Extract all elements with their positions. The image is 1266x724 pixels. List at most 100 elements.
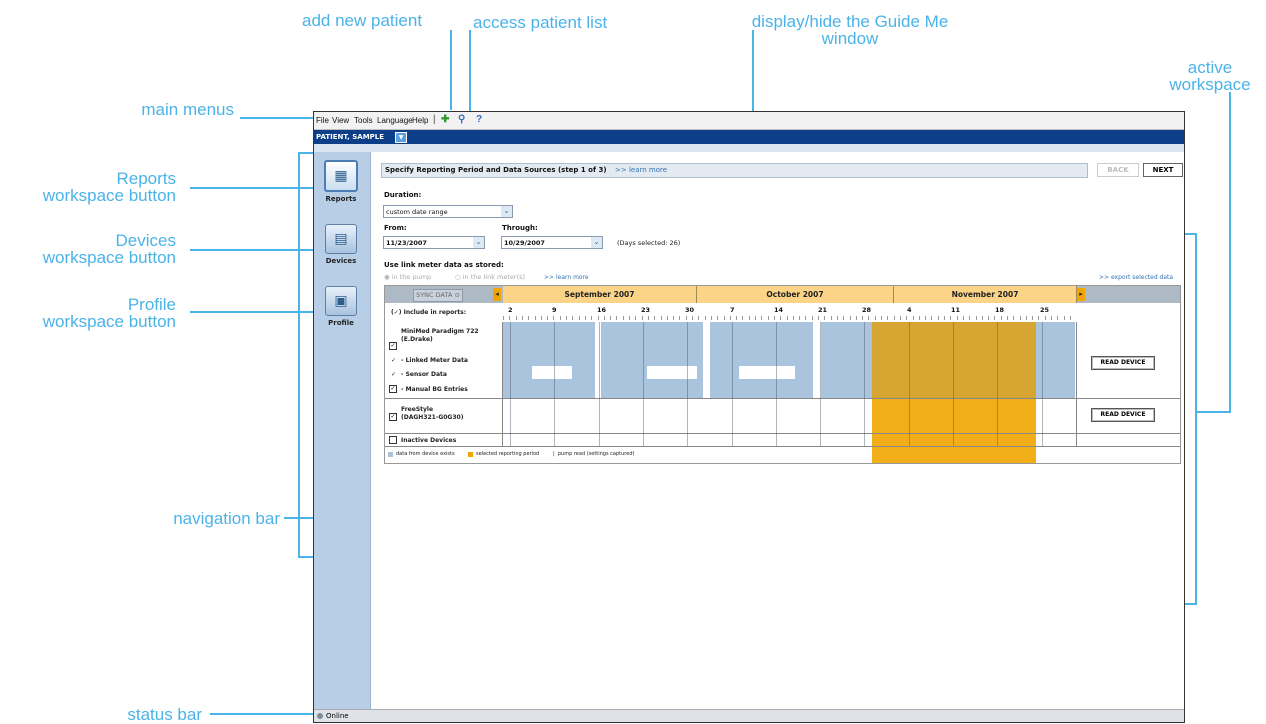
sync-data-button[interactable]: SYNC DATA ⊙ <box>413 289 463 302</box>
day-tick <box>837 316 838 320</box>
day-tick <box>944 316 945 320</box>
linked-meter-label: - Linked Meter Data <box>401 357 468 364</box>
day-tick <box>1070 316 1071 320</box>
day-tick <box>661 316 662 320</box>
read-device-button-1[interactable]: READ DEVICE <box>1091 356 1155 370</box>
add-patient-icon[interactable]: ✚ <box>441 114 449 125</box>
week-grid-line <box>643 322 644 446</box>
day-tick <box>938 316 939 320</box>
read-device-button-2[interactable]: READ DEVICE <box>1091 408 1155 422</box>
callout-active-workspace: active workspace <box>1169 58 1251 94</box>
nav-profile-button[interactable]: ▣ Profile <box>318 286 364 327</box>
day-tick <box>824 316 825 320</box>
day-tick <box>913 316 914 320</box>
day-tick <box>711 316 712 320</box>
selected-period-overlap <box>872 322 1036 398</box>
menu-file[interactable]: File <box>316 116 329 125</box>
day-tick <box>598 316 599 320</box>
day-tick <box>1013 316 1014 320</box>
day-label: 25 <box>1040 306 1050 314</box>
nav-reports-button[interactable]: ▦ Reports <box>318 160 364 203</box>
nav-devices-button[interactable]: ▤ Devices <box>318 224 364 265</box>
export-selected-data-link[interactable]: >> export selected data <box>1099 274 1173 281</box>
day-tick <box>1045 316 1046 320</box>
day-tick <box>831 316 832 320</box>
day-tick <box>793 316 794 320</box>
menu-bar: File View Tools Language Help | ✚ ⚲ ? <box>314 112 1184 130</box>
day-tick <box>1038 316 1039 320</box>
sensor-gap <box>647 366 697 379</box>
day-tick <box>812 316 813 320</box>
day-label: 14 <box>774 306 784 314</box>
patient-name: PATIENT, SAMPLE <box>316 133 385 141</box>
next-button[interactable]: NEXT <box>1143 163 1183 177</box>
legend-swatch-data <box>388 452 393 457</box>
search-icon[interactable]: ⚲ <box>458 114 465 125</box>
day-tick <box>509 316 510 320</box>
day-tick <box>1032 316 1033 320</box>
day-tick <box>667 316 668 320</box>
nav-reports-label: Reports <box>325 195 357 203</box>
calendar-next-arrow[interactable]: ▸ <box>1077 288 1085 301</box>
duration-select[interactable]: custom date range ⌄ <box>383 205 513 218</box>
device1-checkbox[interactable]: ✓ <box>389 342 397 350</box>
day-tick <box>654 316 655 320</box>
day-tick <box>875 316 876 320</box>
day-tick <box>736 316 737 320</box>
day-tick <box>925 316 926 320</box>
from-date-select[interactable]: 11/23/2007 ⌄ <box>383 236 485 249</box>
leader-devices <box>190 249 320 251</box>
inactive-devices-label: Inactive Devices <box>401 437 457 444</box>
menu-tools[interactable]: Tools <box>354 116 373 125</box>
learn-more-link-2[interactable]: >> learn more <box>544 274 589 281</box>
day-tick <box>755 316 756 320</box>
day-tick <box>787 316 788 320</box>
manual-bg-checkbox[interactable]: ✓ <box>389 385 397 393</box>
day-tick <box>705 316 706 320</box>
callout-reports-button: Reports workspace button <box>42 169 176 205</box>
chevron-down-icon: ⌄ <box>473 237 484 248</box>
week-grid-line <box>554 322 555 446</box>
chevron-down-icon: ⌄ <box>591 237 602 248</box>
day-tick <box>591 316 592 320</box>
day-tick <box>988 316 989 320</box>
link-meter-label: Use link meter data as stored: <box>384 261 504 269</box>
callout-navigation-bar: navigation bar <box>173 509 280 528</box>
day-tick <box>679 316 680 320</box>
day-tick <box>856 316 857 320</box>
online-status-icon <box>317 713 323 719</box>
learn-more-link[interactable]: >> learn more <box>615 166 667 174</box>
data-gap <box>595 322 601 398</box>
day-tick <box>850 316 851 320</box>
day-tick <box>843 316 844 320</box>
device2-checkbox[interactable]: ✓ <box>389 413 397 421</box>
menu-help[interactable]: Help <box>412 116 428 125</box>
menu-language[interactable]: Language <box>377 116 413 125</box>
sensor-gap <box>532 366 572 379</box>
legend-data-exists: data from device exists <box>396 451 455 457</box>
app-window: File View Tools Language Help | ✚ ⚲ ? PA… <box>313 111 1185 723</box>
leader-active-workspace-v <box>1229 92 1231 413</box>
back-button[interactable]: BACK <box>1097 163 1139 177</box>
calendar-prev-arrow[interactable]: ◂ <box>493 288 501 301</box>
inactive-devices-checkbox[interactable] <box>389 436 397 444</box>
day-tick <box>528 316 529 320</box>
patient-dropdown-icon[interactable]: ▼ <box>395 132 407 143</box>
menu-view[interactable]: View <box>332 116 349 125</box>
leader-status-bar <box>210 713 313 715</box>
from-date-value: 11/23/2007 <box>386 239 427 247</box>
through-date-select[interactable]: 10/29/2007 ⌄ <box>501 236 603 249</box>
legend-pump-read: | pump read (settings captured) <box>553 451 635 457</box>
day-tick <box>976 316 977 320</box>
day-tick <box>1020 316 1021 320</box>
help-icon[interactable]: ? <box>476 114 482 125</box>
row-divider <box>385 398 1180 399</box>
radio-in-pump[interactable]: ◉ in the pump <box>384 273 431 281</box>
day-tick <box>862 316 863 320</box>
legend-swatch-selected <box>468 452 473 457</box>
day-tick <box>931 316 932 320</box>
radio-in-link-meter[interactable]: ○ in the link meter(s) <box>455 273 525 281</box>
day-tick <box>585 316 586 320</box>
row-divider <box>385 433 1180 434</box>
week-grid-line <box>776 322 777 446</box>
